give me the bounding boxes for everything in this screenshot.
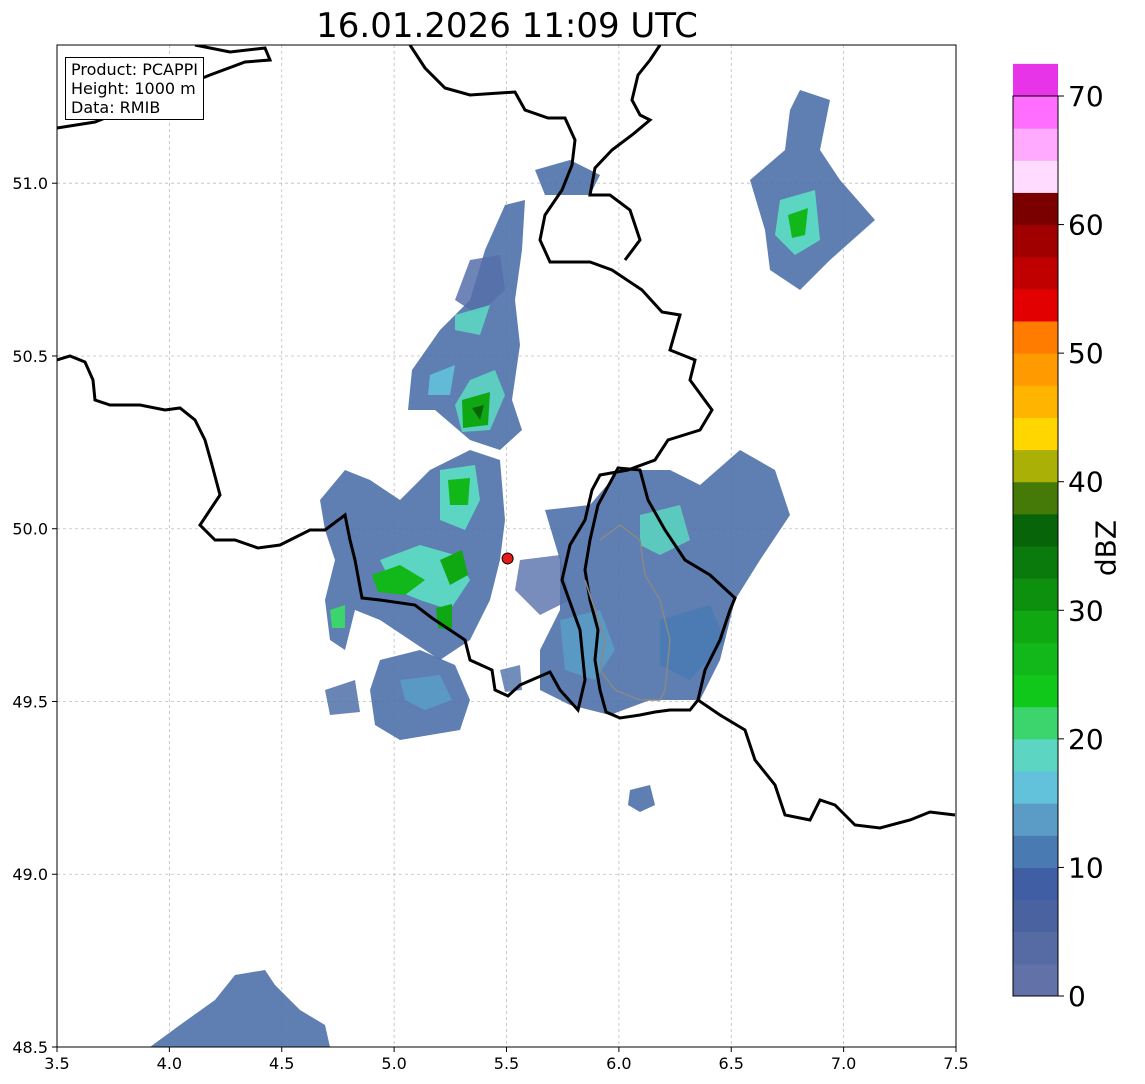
x-tick-label: 6.5 xyxy=(719,1054,744,1073)
echo-bottom-left xyxy=(150,970,330,1047)
colorbar-swatch xyxy=(1013,706,1058,740)
x-axis: 3.5 4.0 4.5 5.0 5.5 6.0 6.5 7.0 7.5 xyxy=(44,1047,969,1073)
colorbar-swatch xyxy=(1013,96,1058,129)
colorbar-swatch xyxy=(1013,963,1058,997)
colorbar-swatch xyxy=(1013,803,1058,836)
x-tick-label: 7.5 xyxy=(943,1054,968,1073)
colorbar-swatch xyxy=(1013,835,1058,868)
echo-cluster-west xyxy=(320,450,505,660)
height-label: Height: 1000 m xyxy=(71,79,196,98)
colorbar-swatch xyxy=(1013,224,1058,258)
colorbar-label: dBZ xyxy=(1089,519,1123,577)
colorbar-tick-label: 60 xyxy=(1068,209,1104,242)
radar-site-marker xyxy=(501,552,514,565)
colorbar-swatch xyxy=(1013,160,1058,193)
x-tick-label: 6.0 xyxy=(606,1054,631,1073)
colorbar-swatch xyxy=(1013,513,1058,547)
colorbar-tick-label: 0 xyxy=(1068,980,1086,1013)
colorbar-swatch xyxy=(1013,610,1058,643)
x-tick-label: 5.0 xyxy=(381,1054,406,1073)
colorbar-swatch xyxy=(1013,867,1058,901)
colorbar-swatch xyxy=(1013,931,1058,965)
colorbar-swatch xyxy=(1013,578,1058,611)
echo-band-north xyxy=(408,200,525,450)
echo-northeast xyxy=(750,90,875,290)
colorbar-tick-label: 70 xyxy=(1068,80,1104,113)
x-tick-label: 3.5 xyxy=(44,1054,69,1073)
colorbar-tick-label: 20 xyxy=(1068,723,1104,756)
colorbar-swatch xyxy=(1013,738,1058,772)
product-info-box: Product: PCAPPI Height: 1000 m Data: RMI… xyxy=(65,57,205,120)
colorbar-swatch xyxy=(1013,128,1058,161)
x-tick-label: 5.5 xyxy=(494,1054,519,1073)
colorbar-swatch xyxy=(1013,642,1058,676)
product-label: Product: PCAPPI xyxy=(71,60,199,79)
colorbar-swatch xyxy=(1013,256,1058,290)
netherlands-border xyxy=(588,45,662,261)
colorbar-swatch xyxy=(1013,449,1058,483)
echo-isolated xyxy=(628,785,655,812)
y-tick-label: 51.0 xyxy=(12,174,48,193)
colorbar-swatch xyxy=(1013,321,1058,354)
colorbar-swatch xyxy=(1013,417,1058,451)
colorbar xyxy=(1013,63,1058,997)
colorbar-swatch xyxy=(1013,899,1058,933)
colorbar-swatch xyxy=(1013,192,1058,226)
colorbar-swatch xyxy=(1013,771,1058,804)
colorbar-swatch xyxy=(1013,288,1058,322)
y-axis: 48.5 49.0 49.5 50.0 50.5 51.0 xyxy=(12,174,57,1057)
colorbar-swatch xyxy=(1013,63,1058,97)
data-source-label: Data: RMIB xyxy=(71,98,161,117)
y-tick-label: 50.0 xyxy=(12,520,48,539)
colorbar-swatch xyxy=(1013,674,1058,708)
colorbar-tick-label: 30 xyxy=(1068,594,1104,627)
radar-figure: 3.5 4.0 4.5 5.0 5.5 6.0 6.5 7.0 7.5 48.5 49.0 49.5… xyxy=(12,44,1104,1073)
colorbar-swatch xyxy=(1013,385,1058,418)
colorbar-swatch xyxy=(1013,481,1058,515)
x-tick-label: 7.0 xyxy=(831,1054,856,1073)
colorbar-swatch xyxy=(1013,546,1058,579)
y-tick-label: 49.5 xyxy=(12,692,48,711)
colorbar-tick-label: 10 xyxy=(1068,851,1104,884)
x-tick-label: 4.5 xyxy=(269,1054,294,1073)
echo-southwest xyxy=(325,650,470,740)
france-germany-border xyxy=(697,698,956,830)
y-tick-label: 49.0 xyxy=(12,865,48,884)
colorbar-tick-label: 50 xyxy=(1068,337,1104,370)
y-tick-label: 48.5 xyxy=(12,1038,48,1057)
radar-echoes xyxy=(150,90,875,1047)
colorbar-swatch xyxy=(1013,353,1058,386)
y-tick-label: 50.5 xyxy=(12,347,48,366)
colorbar-tick-label: 40 xyxy=(1068,466,1104,499)
x-tick-label: 4.0 xyxy=(157,1054,182,1073)
